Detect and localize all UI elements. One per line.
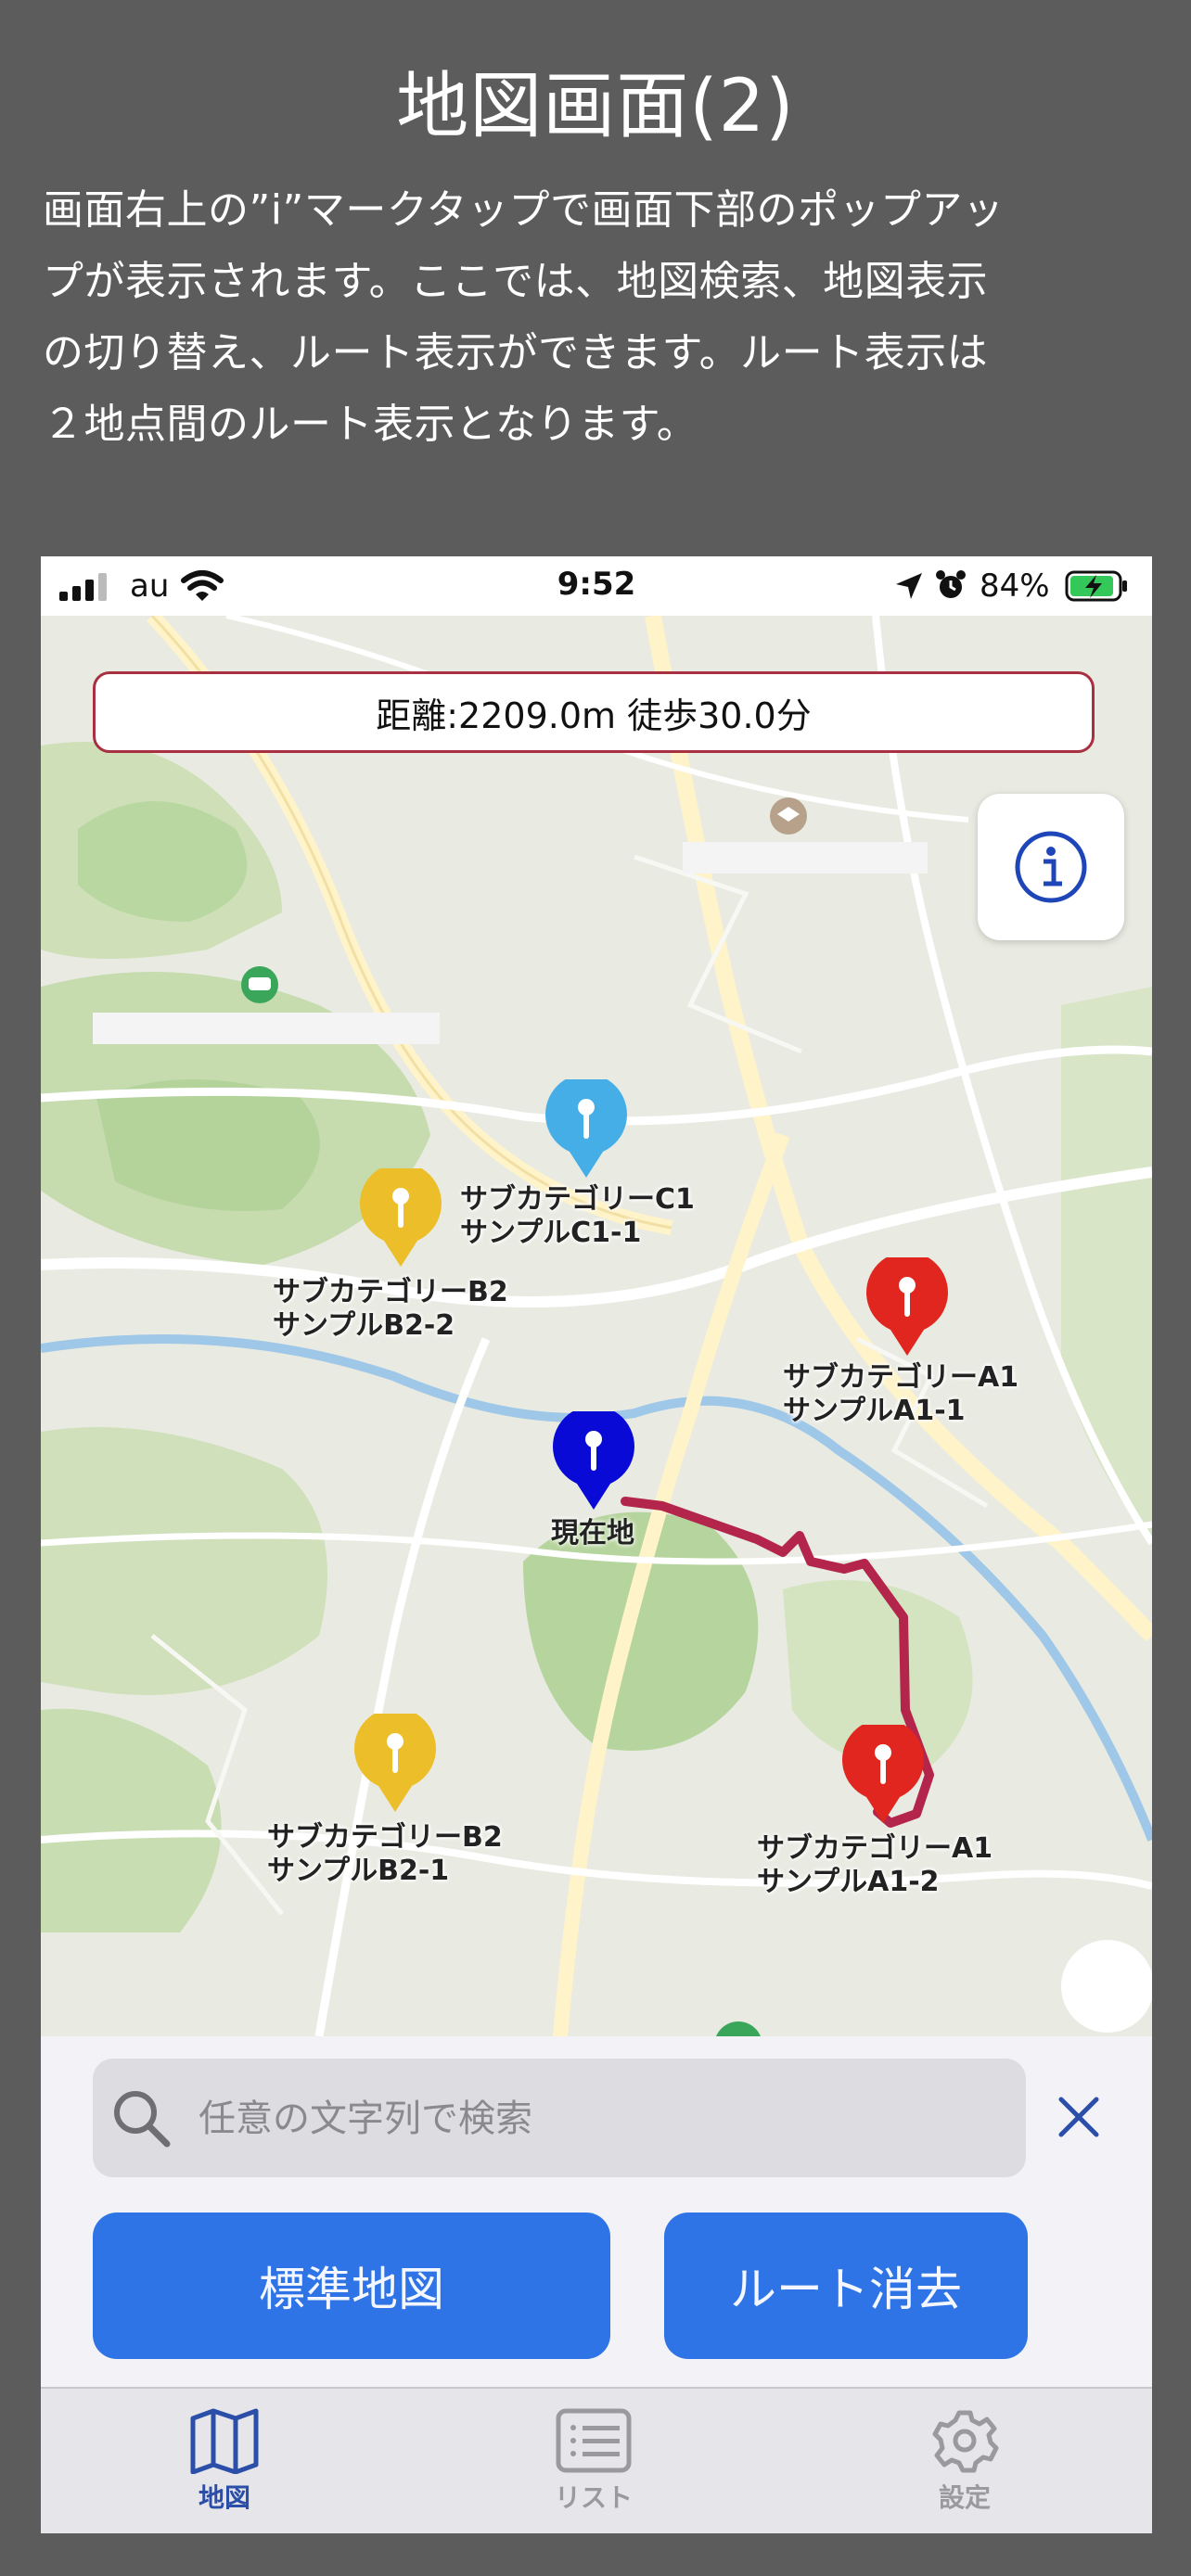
clear-route-button[interactable]: ルート消去 xyxy=(664,2213,1028,2359)
description-line: 画面右上の”i”マークタップで画面下部のポップアッ xyxy=(43,186,1005,234)
pin-name: サンプルA1-1 xyxy=(783,1395,966,1427)
gear-icon xyxy=(932,2410,999,2473)
tab-label: 地図 xyxy=(198,2482,250,2513)
description-line: ２地点間のルート表示となります。 xyxy=(43,401,698,448)
tab-label: 設定 xyxy=(938,2482,991,2513)
description: 画面右上の”i”マークタップで画面下部のポップアッ プが表示されます。ここでは、… xyxy=(43,174,1156,460)
search-input[interactable] xyxy=(197,2059,1017,2179)
pin-label: サブカテゴリーB2 サンプルB2-1 xyxy=(267,1821,503,1888)
standard-map-button[interactable]: 標準地図 xyxy=(93,2213,610,2359)
pin-name: サンプルB2-2 xyxy=(273,1309,455,1342)
tab-bar: 地図 リスト 設定 xyxy=(41,2387,1152,2533)
pin-category: サブカテゴリーB2 xyxy=(267,1821,503,1854)
distance-display: 距離:2209.0m 徒歩30.0分 xyxy=(93,671,1095,753)
bottom-popup-panel: 標準地図 ルート消去 xyxy=(41,2036,1152,2387)
redacted-label xyxy=(93,1013,440,1044)
map-control-button[interactable] xyxy=(1061,1940,1152,2033)
alarm-icon xyxy=(936,570,966,598)
search-bar[interactable] xyxy=(93,2059,1026,2179)
description-line: プが表示されます。ここでは、地図検索、地図表示 xyxy=(43,258,989,305)
map-pin-a1-2[interactable] xyxy=(839,1725,928,1827)
tab-label: リスト xyxy=(554,2482,633,2513)
tab-settings[interactable]: 設定 xyxy=(872,2407,1057,2515)
description-line: の切り替え、ルート表示ができます。ルート表示は xyxy=(43,329,989,376)
close-icon[interactable] xyxy=(1054,2092,1104,2142)
info-button[interactable] xyxy=(978,794,1124,940)
pin-name: サンプルC1-1 xyxy=(460,1217,642,1249)
tab-map[interactable]: 地図 xyxy=(132,2407,317,2515)
redacted-label xyxy=(683,842,928,874)
pin-category: サブカテゴリーC1 xyxy=(460,1183,695,1216)
map-view[interactable]: 距離:2209.0m 徒歩30.0分 サブカテゴリーC1 サンプルC1-1 サブ… xyxy=(41,616,1152,2036)
pin-name: サンプルA1-2 xyxy=(757,1866,940,1898)
location-arrow-icon xyxy=(896,573,922,599)
pin-category: サブカテゴリーA1 xyxy=(757,1832,993,1865)
status-bar: au 9:52 84% xyxy=(41,556,1152,616)
battery-percent: 84% xyxy=(980,567,1050,605)
search-icon xyxy=(114,2091,171,2148)
pin-label: サブカテゴリーA1 サンプルA1-2 xyxy=(757,1832,992,1899)
current-location-pin[interactable] xyxy=(549,1411,638,1513)
pin-category: サブカテゴリーA1 xyxy=(783,1361,1019,1394)
map-icon xyxy=(190,2408,259,2474)
map-pin-b2-2[interactable] xyxy=(356,1168,445,1270)
map-pin-c1-1[interactable] xyxy=(542,1079,631,1181)
battery-charging-icon xyxy=(1065,570,1127,602)
pin-label: サブカテゴリーB2 サンプルB2-2 xyxy=(273,1276,508,1343)
current-location-label: 現在地 xyxy=(551,1517,634,1549)
tab-list[interactable]: リスト xyxy=(501,2407,686,2515)
info-icon xyxy=(1015,831,1087,903)
page-heading: 地図画面(2) xyxy=(396,65,795,148)
list-icon xyxy=(556,2408,632,2473)
pin-label: サブカテゴリーA1 サンプルA1-1 xyxy=(783,1361,1018,1428)
pin-label: サブカテゴリーC1 サンプルC1-1 xyxy=(460,1183,695,1250)
map-pin-b2-1[interactable] xyxy=(351,1714,440,1816)
phone-screen: au 9:52 84% 距離:2209.0m 徒歩30.0分 サブカテゴリーC1… xyxy=(41,556,1152,2533)
pin-name: サンプルB2-1 xyxy=(267,1855,450,1887)
map-pin-a1-1[interactable] xyxy=(863,1257,952,1359)
pin-category: サブカテゴリーB2 xyxy=(273,1276,508,1308)
